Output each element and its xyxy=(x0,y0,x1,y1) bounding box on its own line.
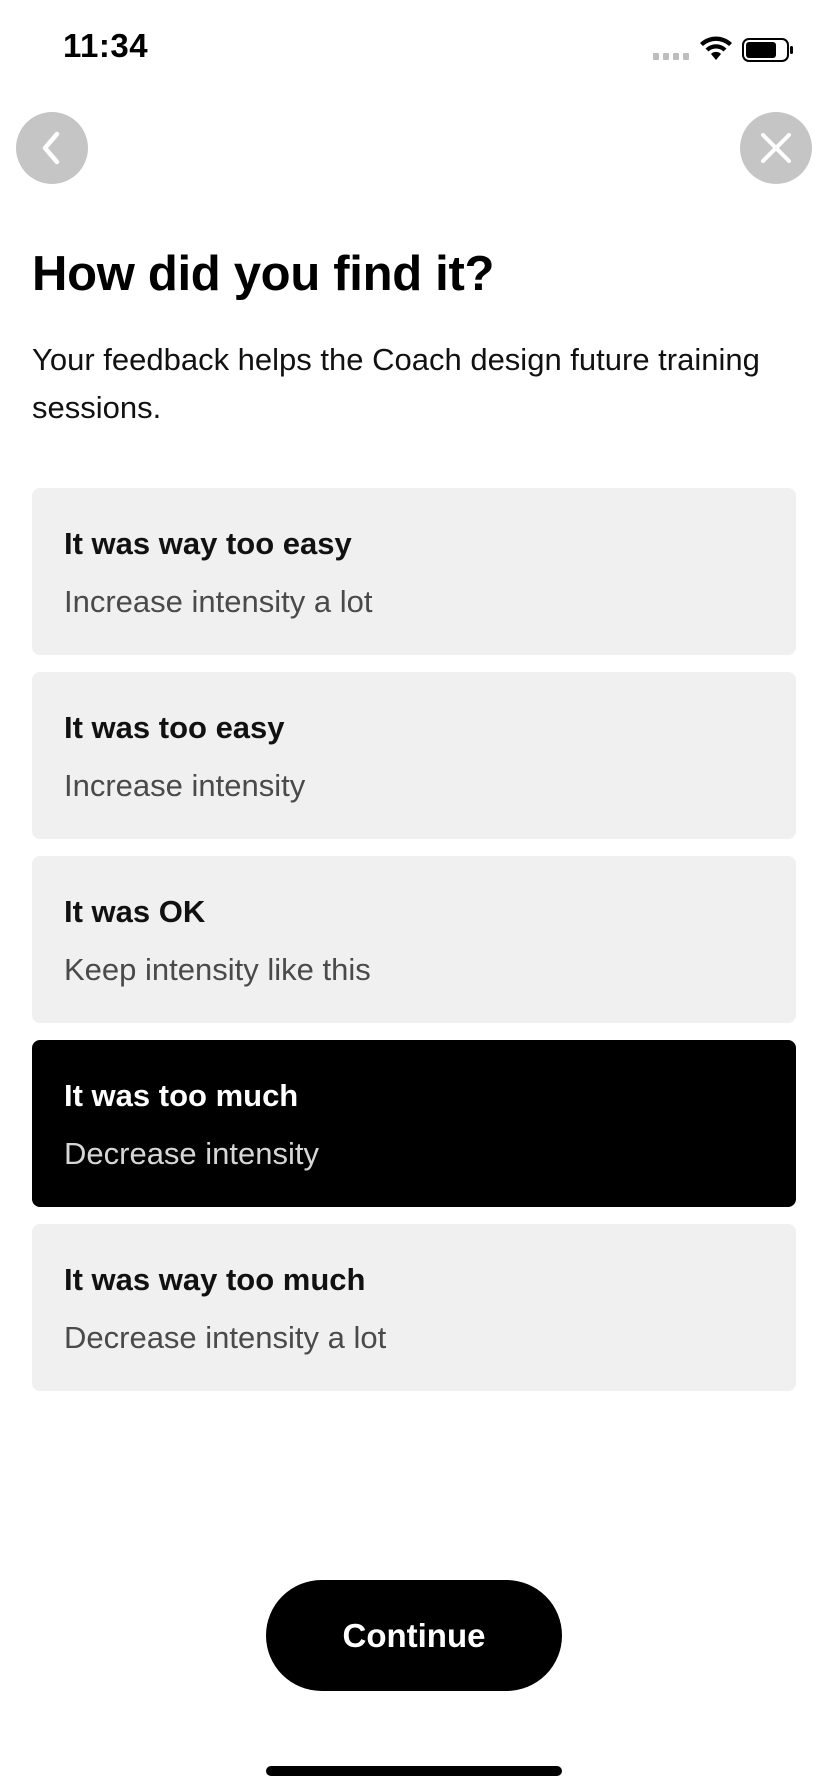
cellular-signal-icon xyxy=(653,53,689,60)
status-bar: 11:34 xyxy=(0,0,828,100)
status-time: 11:34 xyxy=(63,27,149,64)
option-too-much[interactable]: It was too much Decrease intensity xyxy=(32,1040,796,1207)
battery-icon xyxy=(742,38,793,62)
wifi-icon xyxy=(700,36,732,60)
option-way-too-easy[interactable]: It was way too easy Increase intensity a… xyxy=(32,488,796,655)
option-too-easy[interactable]: It was too easy Increase intensity xyxy=(32,672,796,839)
option-title: It was OK xyxy=(64,894,206,929)
option-ok[interactable]: It was OK Keep intensity like this xyxy=(32,856,796,1023)
close-button[interactable] xyxy=(740,112,812,184)
option-description: Increase intensity a lot xyxy=(64,584,373,619)
option-title: It was too much xyxy=(64,1078,299,1113)
option-description: Increase intensity xyxy=(64,768,306,803)
option-description: Keep intensity like this xyxy=(64,952,371,987)
option-title: It was too easy xyxy=(64,710,285,745)
option-title: It was way too easy xyxy=(64,526,352,561)
page-title: How did you find it? xyxy=(32,247,495,301)
back-button[interactable] xyxy=(16,112,88,184)
option-description: Decrease intensity xyxy=(64,1136,320,1171)
continue-button[interactable]: Continue xyxy=(266,1580,562,1691)
home-indicator xyxy=(266,1766,562,1776)
option-description: Decrease intensity a lot xyxy=(64,1320,387,1355)
option-way-too-much[interactable]: It was way too much Decrease intensity a… xyxy=(32,1224,796,1391)
close-icon xyxy=(761,133,791,163)
feedback-options: It was way too easy Increase intensity a… xyxy=(32,488,796,1408)
chevron-left-icon xyxy=(42,131,60,165)
option-title: It was way too much xyxy=(64,1262,366,1297)
page-subtitle: Your feedback helps the Coach design fut… xyxy=(32,342,760,425)
